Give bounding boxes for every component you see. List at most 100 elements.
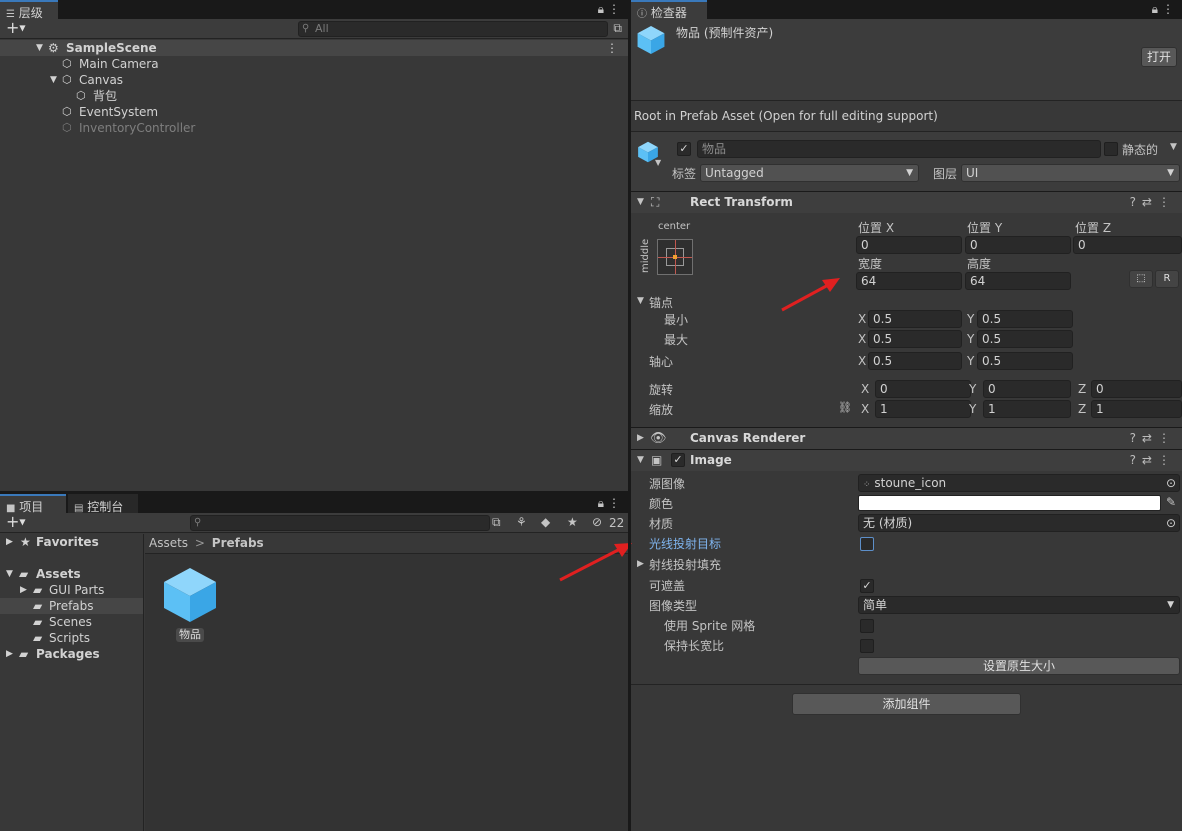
scale-label: 缩放 xyxy=(649,403,674,417)
object-picker-icon[interactable]: ⊙ xyxy=(1166,515,1176,531)
anchor-preset-button[interactable] xyxy=(657,239,693,275)
anchor-max-y-field[interactable]: 0.5 xyxy=(977,330,1073,348)
blueprint-mode-button[interactable]: ⬚ xyxy=(1129,270,1153,288)
component-menu-icons[interactable]: ?⇄⋮ xyxy=(1130,450,1176,471)
search-by-type-icon[interactable]: ⧉ xyxy=(492,515,501,529)
hierarchy-search-input[interactable]: ⚲ All xyxy=(298,21,608,37)
search-icon: ⚲ xyxy=(194,517,202,528)
static-dropdown-icon[interactable]: ▼ xyxy=(1170,142,1177,152)
pos-z-field[interactable]: 0 xyxy=(1073,236,1182,254)
color-swatch[interactable] xyxy=(858,495,1161,511)
y-label: Y xyxy=(969,382,977,396)
tree-assets[interactable]: ▼ ▰ Assets xyxy=(0,566,143,582)
anchors-foldout-icon[interactable]: ▼ xyxy=(637,296,644,306)
raycast-padding-foldout-icon[interactable]: ▶ xyxy=(637,559,644,569)
component-title: Canvas Renderer xyxy=(690,431,806,445)
height-label: 高度 xyxy=(967,257,992,271)
foldout-arrow-icon[interactable]: ▶ xyxy=(637,428,644,449)
scale-z-field[interactable]: 1 xyxy=(1091,400,1182,418)
lock-icon[interactable]: 🔒︎ xyxy=(598,496,604,510)
tab-project[interactable]: ■ 项目 xyxy=(0,494,66,514)
tree-row-canvas[interactable]: ▼ ⬡ Canvas xyxy=(0,72,628,88)
horizontal-splitter[interactable] xyxy=(0,491,628,494)
asset-tile[interactable]: 物品 xyxy=(159,564,221,644)
raw-edit-button[interactable]: R xyxy=(1155,270,1179,288)
component-menu-icons[interactable]: ?⇄⋮ xyxy=(1130,192,1176,213)
tab-console[interactable]: ▤ 控制台 xyxy=(68,494,138,514)
canvas-renderer-header[interactable]: ▶ 👁︎ Canvas Renderer ?⇄⋮ xyxy=(631,427,1182,449)
tree-folder-gui-parts[interactable]: ▶ ▰ GUI Parts xyxy=(0,582,143,598)
preserve-aspect-checkbox[interactable] xyxy=(860,639,874,653)
tree-favorites[interactable]: ▶ ★ Favorites xyxy=(0,534,143,550)
anchor-max-x-field[interactable]: 0.5 xyxy=(868,330,962,348)
maskable-checkbox[interactable]: ✓ xyxy=(860,579,874,593)
foldout-arrow-icon[interactable]: ▼ xyxy=(637,450,644,471)
object-picker-icon[interactable]: ⊙ xyxy=(1166,475,1176,491)
image-enabled-checkbox[interactable]: ✓ xyxy=(671,453,685,467)
raycast-target-checkbox[interactable] xyxy=(860,537,874,551)
breadcrumb-prefabs[interactable]: Prefabs xyxy=(212,536,264,550)
scene-search-icon[interactable]: ⧉ xyxy=(613,21,622,35)
lock-icon[interactable]: 🔒︎ xyxy=(1152,2,1158,16)
rotation-z-field[interactable]: 0 xyxy=(1091,380,1182,398)
component-menu-icons[interactable]: ?⇄⋮ xyxy=(1130,428,1176,449)
filter-type-icon[interactable]: ⚘ xyxy=(516,515,527,529)
tree-row-eventsystem[interactable]: ⬡ EventSystem xyxy=(0,104,628,120)
use-sprite-mesh-checkbox[interactable] xyxy=(860,619,874,633)
project-search-input[interactable]: ⚲ xyxy=(190,515,490,531)
set-native-size-button[interactable]: 设置原生大小 xyxy=(858,657,1180,675)
pos-x-field[interactable]: 0 xyxy=(856,236,962,254)
scale-x-field[interactable]: 1 xyxy=(875,400,971,418)
tag-dropdown[interactable]: Untagged ▼ xyxy=(700,164,919,182)
tree-row-inventorycontroller[interactable]: ⬡ InventoryController xyxy=(0,120,628,136)
eyedropper-icon[interactable]: ✎ xyxy=(1166,495,1176,509)
open-prefab-button[interactable]: 打开 xyxy=(1141,47,1177,67)
scale-y-field[interactable]: 1 xyxy=(983,400,1071,418)
tab-hierarchy[interactable]: ☰ 层级 xyxy=(0,0,58,20)
more-menu-icon[interactable]: ⋮ xyxy=(1162,2,1174,16)
hidden-packages-icon[interactable]: ⊘ xyxy=(592,515,602,529)
more-menu-icon[interactable]: ⋮ xyxy=(608,496,620,510)
tree-row-main-camera[interactable]: ⬡ Main Camera xyxy=(0,56,628,72)
icon-dropdown-arrow-icon[interactable]: ▼ xyxy=(655,158,661,167)
vertical-splitter[interactable] xyxy=(628,0,631,831)
scene-more-icon[interactable]: ⋮ xyxy=(606,40,618,56)
rotation-x-field[interactable]: 0 xyxy=(875,380,971,398)
anchor-min-x-field[interactable]: 0.5 xyxy=(868,310,962,328)
rect-transform-header[interactable]: ▼ ⛶ Rect Transform ?⇄⋮ xyxy=(631,191,1182,213)
image-component-header[interactable]: ▼ ▣ ✓ Image ?⇄⋮ xyxy=(631,449,1182,471)
breadcrumb-assets[interactable]: Assets xyxy=(149,536,188,550)
more-menu-icon[interactable]: ⋮ xyxy=(608,2,620,16)
tree-packages[interactable]: ▶ ▰ Packages xyxy=(0,646,143,662)
object-name-field[interactable]: 物品 xyxy=(697,140,1101,158)
maskable-label: 可遮盖 xyxy=(649,579,686,593)
pivot-x-field[interactable]: 0.5 xyxy=(868,352,962,370)
source-image-field[interactable]: ⁘ stoune_icon ⊙ xyxy=(858,474,1180,492)
layer-dropdown[interactable]: UI ▼ xyxy=(961,164,1180,182)
tree-folder-prefabs[interactable]: ▰ Prefabs xyxy=(0,598,143,614)
constrain-proportions-icon[interactable]: ⛓ xyxy=(838,401,852,414)
tab-inspector[interactable]: ⓘ 检查器 xyxy=(631,0,707,20)
lock-icon[interactable]: 🔒︎ xyxy=(598,2,604,16)
source-image-value: stoune_icon xyxy=(874,476,947,490)
image-type-dropdown[interactable]: 简单 ▼ xyxy=(858,596,1180,614)
add-create-button[interactable]: +▼ xyxy=(6,20,26,37)
width-field[interactable]: 64 xyxy=(856,272,962,290)
active-checkbox[interactable]: ✓ xyxy=(677,142,691,156)
rotation-y-field[interactable]: 0 xyxy=(983,380,1071,398)
material-field[interactable]: 无 (材质) ⊙ xyxy=(858,514,1180,532)
foldout-arrow-icon[interactable]: ▼ xyxy=(637,192,644,213)
add-component-button[interactable]: 添加组件 xyxy=(792,693,1021,715)
tree-row-samplescene[interactable]: ▼ ⚙ SampleScene ⋮ xyxy=(0,40,628,56)
height-field[interactable]: 64 xyxy=(965,272,1071,290)
pos-y-field[interactable]: 0 xyxy=(965,236,1071,254)
tree-folder-scripts[interactable]: ▰ Scripts xyxy=(0,630,143,646)
add-asset-button[interactable]: +▼ xyxy=(6,514,26,531)
static-checkbox[interactable] xyxy=(1104,142,1118,156)
favorite-star-icon[interactable]: ★ xyxy=(567,515,578,529)
label-tag-icon[interactable]: ◆ xyxy=(541,515,550,529)
anchor-min-y-field[interactable]: 0.5 xyxy=(977,310,1073,328)
tree-row-backpack[interactable]: ⬡ 背包 xyxy=(0,88,628,104)
tree-folder-scenes[interactable]: ▰ Scenes xyxy=(0,614,143,630)
pivot-y-field[interactable]: 0.5 xyxy=(977,352,1073,370)
